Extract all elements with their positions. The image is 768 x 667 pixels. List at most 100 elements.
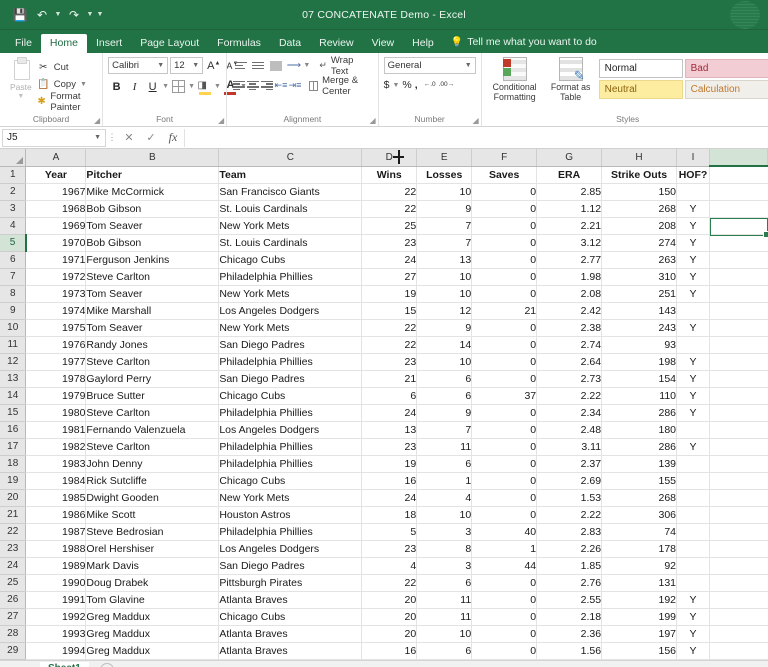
cell-H27[interactable]: 199 <box>602 608 677 625</box>
cell-H23[interactable]: 178 <box>602 540 677 557</box>
font-name-combo[interactable]: Calibri ▼ <box>108 57 168 74</box>
cell-G11[interactable]: 2.74 <box>537 336 602 353</box>
cell-A2[interactable]: 1967 <box>26 183 86 200</box>
cell-F27[interactable]: 0 <box>472 608 537 625</box>
cell-H15[interactable]: 286 <box>602 404 677 421</box>
cell-D29[interactable]: 16 <box>362 642 417 659</box>
cell-J1[interactable] <box>710 166 768 183</box>
cell-C3[interactable]: St. Louis Cardinals <box>219 200 362 217</box>
decrease-indent-button[interactable]: ⇤≡ <box>274 77 287 94</box>
cell-C2[interactable]: San Francisco Giants <box>219 183 362 200</box>
cell-H26[interactable]: 192 <box>602 591 677 608</box>
cell-F8[interactable]: 0 <box>472 285 537 302</box>
insert-function-button[interactable]: fx <box>162 130 184 145</box>
cell-C10[interactable]: New York Mets <box>219 319 362 336</box>
row-header-29[interactable]: 29 <box>0 642 26 659</box>
cell-H11[interactable]: 93 <box>602 336 677 353</box>
cell-J29[interactable] <box>710 642 768 659</box>
cell-D6[interactable]: 24 <box>362 251 417 268</box>
cell-B6[interactable]: Ferguson Jenkins <box>86 251 219 268</box>
cell-J26[interactable] <box>710 591 768 608</box>
cell-H13[interactable]: 154 <box>602 370 677 387</box>
cell-D15[interactable]: 24 <box>362 404 417 421</box>
column-header-g[interactable]: G <box>537 149 602 166</box>
row-header-2[interactable]: 2 <box>0 183 26 200</box>
cell-H25[interactable]: 131 <box>602 574 677 591</box>
cell-G26[interactable]: 2.55 <box>537 591 602 608</box>
cell-H8[interactable]: 251 <box>602 285 677 302</box>
cell-D19[interactable]: 16 <box>362 472 417 489</box>
cell-C21[interactable]: Houston Astros <box>219 506 362 523</box>
cell-B4[interactable]: Tom Seaver <box>86 217 219 234</box>
style-bad[interactable]: Bad <box>685 59 768 78</box>
tell-me-box[interactable]: 💡 Tell me what you want to do <box>443 33 605 53</box>
cell-J8[interactable] <box>710 285 768 302</box>
cell-A8[interactable]: 1973 <box>26 285 86 302</box>
column-header-b[interactable]: B <box>86 149 219 166</box>
cell-A11[interactable]: 1976 <box>26 336 86 353</box>
cell-J7[interactable] <box>710 268 768 285</box>
cell-H28[interactable]: 197 <box>602 625 677 642</box>
cell-J11[interactable] <box>710 336 768 353</box>
cell-H24[interactable]: 92 <box>602 557 677 574</box>
cell-G27[interactable]: 2.18 <box>537 608 602 625</box>
cell-F12[interactable]: 0 <box>472 353 537 370</box>
cell-B1[interactable]: Pitcher <box>86 166 219 183</box>
cell-I5[interactable]: Y <box>677 234 710 251</box>
cell-G16[interactable]: 2.48 <box>537 421 602 438</box>
cell-C15[interactable]: Philadelphia Phillies <box>219 404 362 421</box>
tab-view[interactable]: View <box>363 34 404 54</box>
cell-F13[interactable]: 0 <box>472 370 537 387</box>
cell-B15[interactable]: Steve Carlton <box>86 404 219 421</box>
cell-J6[interactable] <box>710 251 768 268</box>
cell-H21[interactable]: 306 <box>602 506 677 523</box>
cell-E28[interactable]: 10 <box>417 625 472 642</box>
row-header-16[interactable]: 16 <box>0 421 26 438</box>
cell-E11[interactable]: 14 <box>417 336 472 353</box>
style-neutral[interactable]: Neutral <box>599 80 683 99</box>
cell-I4[interactable]: Y <box>677 217 710 234</box>
cell-B22[interactable]: Steve Bedrosian <box>86 523 219 540</box>
row-header-8[interactable]: 8 <box>0 285 26 302</box>
cell-D2[interactable]: 22 <box>362 183 417 200</box>
tab-file[interactable]: File <box>6 34 41 54</box>
cell-G6[interactable]: 2.77 <box>537 251 602 268</box>
row-header-1[interactable]: 1 <box>0 166 26 183</box>
cell-F29[interactable]: 0 <box>472 642 537 659</box>
percent-style-button[interactable]: % <box>402 79 411 91</box>
cell-B25[interactable]: Doug Drabek <box>86 574 219 591</box>
cell-D4[interactable]: 25 <box>362 217 417 234</box>
cell-E21[interactable]: 10 <box>417 506 472 523</box>
cell-E10[interactable]: 9 <box>417 319 472 336</box>
column-header-i[interactable]: I <box>677 149 710 166</box>
cell-C27[interactable]: Chicago Cubs <box>219 608 362 625</box>
cell-C14[interactable]: Chicago Cubs <box>219 387 362 404</box>
alignment-dialog-launcher[interactable]: ◢ <box>369 116 375 125</box>
cell-I10[interactable]: Y <box>677 319 710 336</box>
cell-G29[interactable]: 1.56 <box>537 642 602 659</box>
cell-G25[interactable]: 2.76 <box>537 574 602 591</box>
cell-A29[interactable]: 1994 <box>26 642 86 659</box>
cell-J2[interactable] <box>710 183 768 200</box>
cell-C25[interactable]: Pittsburgh Pirates <box>219 574 362 591</box>
cell-B29[interactable]: Greg Maddux <box>86 642 219 659</box>
add-sheet-button[interactable]: + <box>100 663 114 667</box>
cell-D28[interactable]: 20 <box>362 625 417 642</box>
cell-J4[interactable] <box>710 217 768 234</box>
row-header-21[interactable]: 21 <box>0 506 26 523</box>
cell-I1[interactable]: HOF? <box>677 166 710 183</box>
cell-D21[interactable]: 18 <box>362 506 417 523</box>
cell-B11[interactable]: Randy Jones <box>86 336 219 353</box>
cell-E9[interactable]: 12 <box>417 302 472 319</box>
cell-F21[interactable]: 0 <box>472 506 537 523</box>
cell-J21[interactable] <box>710 506 768 523</box>
cell-B12[interactable]: Steve Carlton <box>86 353 219 370</box>
cell-D7[interactable]: 27 <box>362 268 417 285</box>
cell-A14[interactable]: 1979 <box>26 387 86 404</box>
cell-C9[interactable]: Los Angeles Dodgers <box>219 302 362 319</box>
cell-A16[interactable]: 1981 <box>26 421 86 438</box>
number-dialog-launcher[interactable]: ◢ <box>472 116 478 125</box>
cell-G15[interactable]: 2.34 <box>537 404 602 421</box>
cell-D18[interactable]: 19 <box>362 455 417 472</box>
cell-G10[interactable]: 2.38 <box>537 319 602 336</box>
